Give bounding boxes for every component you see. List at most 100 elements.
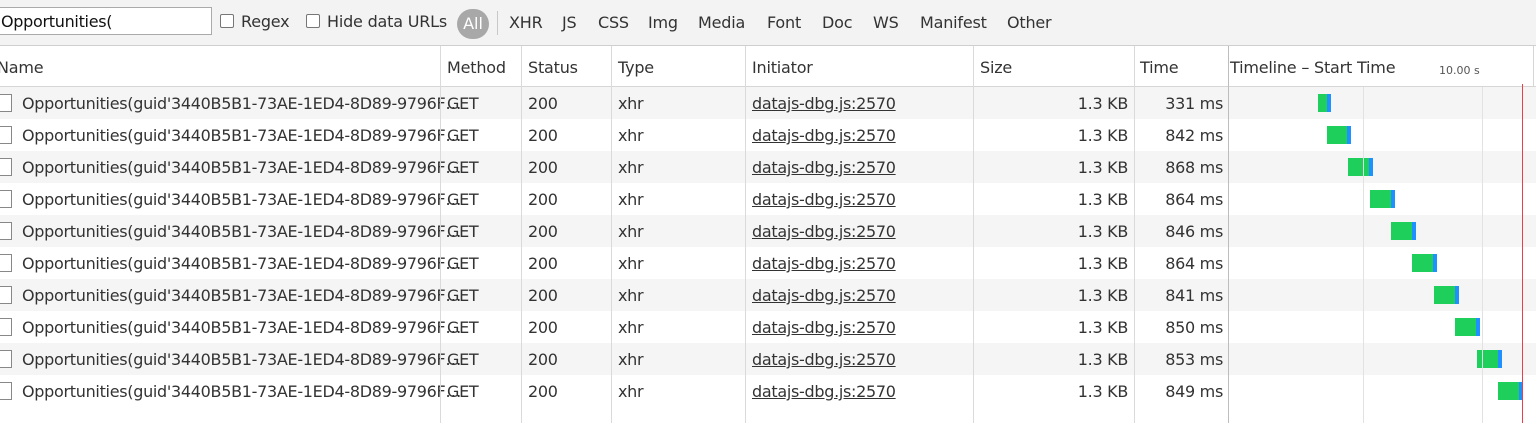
- request-name[interactable]: Opportunities(guid'3440B5B1-73AE-1ED4-8D…: [22, 222, 461, 241]
- type-filter-css[interactable]: CSS: [598, 13, 629, 32]
- timeline-bar[interactable]: [1318, 94, 1331, 112]
- hide-data-urls-label[interactable]: Hide data URLs: [327, 12, 447, 31]
- request-time: 842 ms: [1165, 126, 1223, 145]
- request-table-header: Name Method Status Type Initiator Size T…: [0, 46, 1536, 87]
- timeline-gridline: [1482, 87, 1483, 423]
- timeline-scale-label: 10.00 s: [1439, 64, 1480, 77]
- document-icon: [0, 190, 12, 208]
- request-initiator-link[interactable]: datajs-dbg.js:2570: [752, 94, 896, 113]
- timeline-bar[interactable]: [1327, 126, 1351, 144]
- request-size: 1.3 KB: [1077, 222, 1129, 241]
- column-header-name[interactable]: Name: [0, 58, 44, 77]
- type-filter-other[interactable]: Other: [1007, 13, 1052, 32]
- timeline-gridline: [1363, 87, 1364, 423]
- hide-data-urls-checkbox[interactable]: [306, 14, 320, 28]
- type-filter-img[interactable]: Img: [648, 13, 678, 32]
- timeline-bar[interactable]: [1370, 190, 1395, 208]
- table-row[interactable]: Opportunities(guid'3440B5B1-73AE-1ED4-8D…: [0, 375, 1536, 407]
- document-icon: [0, 222, 12, 240]
- request-initiator-link[interactable]: datajs-dbg.js:2570: [752, 222, 896, 241]
- table-row[interactable]: Opportunities(guid'3440B5B1-73AE-1ED4-8D…: [0, 119, 1536, 151]
- regex-label[interactable]: Regex: [241, 12, 290, 31]
- request-name[interactable]: Opportunities(guid'3440B5B1-73AE-1ED4-8D…: [22, 254, 461, 273]
- timeline-bar[interactable]: [1455, 318, 1480, 336]
- column-header-time[interactable]: Time: [1140, 58, 1179, 77]
- request-initiator-link[interactable]: datajs-dbg.js:2570: [752, 158, 896, 177]
- type-filter-doc[interactable]: Doc: [822, 13, 853, 32]
- column-divider[interactable]: [973, 46, 974, 423]
- request-status: 200: [528, 126, 558, 145]
- request-initiator-link[interactable]: datajs-dbg.js:2570: [752, 350, 896, 369]
- request-type: xhr: [618, 286, 644, 305]
- type-filter-font[interactable]: Font: [767, 13, 801, 32]
- request-initiator-link[interactable]: datajs-dbg.js:2570: [752, 286, 896, 305]
- column-header-timeline[interactable]: Timeline – Start Time: [1230, 58, 1396, 77]
- request-initiator-link[interactable]: datajs-dbg.js:2570: [752, 318, 896, 337]
- request-method: GET: [447, 318, 479, 337]
- column-divider[interactable]: [745, 46, 746, 423]
- column-divider[interactable]: [1228, 46, 1229, 423]
- request-status: 200: [528, 94, 558, 113]
- regex-checkbox[interactable]: [220, 14, 234, 28]
- table-row[interactable]: Opportunities(guid'3440B5B1-73AE-1ED4-8D…: [0, 215, 1536, 247]
- column-header-status[interactable]: Status: [528, 58, 578, 77]
- request-initiator-link[interactable]: datajs-dbg.js:2570: [752, 190, 896, 209]
- type-filter-manifest[interactable]: Manifest: [920, 13, 987, 32]
- request-name[interactable]: Opportunities(guid'3440B5B1-73AE-1ED4-8D…: [22, 126, 461, 145]
- timeline-bar[interactable]: [1412, 254, 1437, 272]
- timeline-bar[interactable]: [1477, 350, 1502, 368]
- request-name[interactable]: Opportunities(guid'3440B5B1-73AE-1ED4-8D…: [22, 318, 461, 337]
- column-header-size[interactable]: Size: [980, 58, 1012, 77]
- document-icon: [0, 158, 12, 176]
- timeline-bar[interactable]: [1348, 158, 1373, 176]
- column-header-method[interactable]: Method: [447, 58, 506, 77]
- request-name[interactable]: Opportunities(guid'3440B5B1-73AE-1ED4-8D…: [22, 94, 461, 113]
- timeline-bar[interactable]: [1498, 382, 1523, 400]
- request-name[interactable]: Opportunities(guid'3440B5B1-73AE-1ED4-8D…: [22, 158, 461, 177]
- request-name[interactable]: Opportunities(guid'3440B5B1-73AE-1ED4-8D…: [22, 382, 461, 401]
- request-name[interactable]: Opportunities(guid'3440B5B1-73AE-1ED4-8D…: [22, 190, 461, 209]
- request-initiator-link[interactable]: datajs-dbg.js:2570: [752, 254, 896, 273]
- request-time: 864 ms: [1165, 254, 1223, 273]
- filter-input[interactable]: [0, 7, 212, 35]
- table-row[interactable]: Opportunities(guid'3440B5B1-73AE-1ED4-8D…: [0, 311, 1536, 343]
- document-icon: [0, 254, 12, 272]
- table-row[interactable]: Opportunities(guid'3440B5B1-73AE-1ED4-8D…: [0, 183, 1536, 215]
- table-row[interactable]: Opportunities(guid'3440B5B1-73AE-1ED4-8D…: [0, 279, 1536, 311]
- request-initiator-link[interactable]: datajs-dbg.js:2570: [752, 382, 896, 401]
- request-name[interactable]: Opportunities(guid'3440B5B1-73AE-1ED4-8D…: [22, 350, 461, 369]
- request-size: 1.3 KB: [1077, 190, 1129, 209]
- request-type: xhr: [618, 350, 644, 369]
- table-row[interactable]: Opportunities(guid'3440B5B1-73AE-1ED4-8D…: [0, 151, 1536, 183]
- request-type: xhr: [618, 254, 644, 273]
- request-type: xhr: [618, 94, 644, 113]
- timeline-bar[interactable]: [1434, 286, 1459, 304]
- column-header-initiator[interactable]: Initiator: [752, 58, 813, 77]
- request-method: GET: [447, 286, 479, 305]
- type-filter-media[interactable]: Media: [698, 13, 745, 32]
- column-header-type[interactable]: Type: [618, 58, 654, 77]
- type-filter-xhr[interactable]: XHR: [509, 13, 543, 32]
- table-row[interactable]: Opportunities(guid'3440B5B1-73AE-1ED4-8D…: [0, 87, 1536, 119]
- column-divider[interactable]: [611, 46, 612, 423]
- toolbar-divider: [497, 11, 498, 35]
- request-status: 200: [528, 158, 558, 177]
- request-name[interactable]: Opportunities(guid'3440B5B1-73AE-1ED4-8D…: [22, 286, 461, 305]
- column-divider[interactable]: [1134, 46, 1135, 423]
- request-type: xhr: [618, 126, 644, 145]
- type-filter-js[interactable]: JS: [562, 13, 577, 32]
- request-type: xhr: [618, 158, 644, 177]
- request-status: 200: [528, 254, 558, 273]
- column-divider[interactable]: [521, 46, 522, 423]
- request-time: 853 ms: [1165, 350, 1223, 369]
- timeline-bar-waiting: [1498, 382, 1519, 400]
- request-initiator-link[interactable]: datajs-dbg.js:2570: [752, 126, 896, 145]
- table-row[interactable]: Opportunities(guid'3440B5B1-73AE-1ED4-8D…: [0, 247, 1536, 279]
- timeline-bar[interactable]: [1391, 222, 1416, 240]
- type-filter-ws[interactable]: WS: [873, 13, 899, 32]
- timeline-bar-waiting: [1434, 286, 1455, 304]
- request-size: 1.3 KB: [1077, 382, 1129, 401]
- column-divider[interactable]: [440, 46, 441, 423]
- table-row[interactable]: Opportunities(guid'3440B5B1-73AE-1ED4-8D…: [0, 343, 1536, 375]
- type-filter-all[interactable]: All: [457, 9, 489, 39]
